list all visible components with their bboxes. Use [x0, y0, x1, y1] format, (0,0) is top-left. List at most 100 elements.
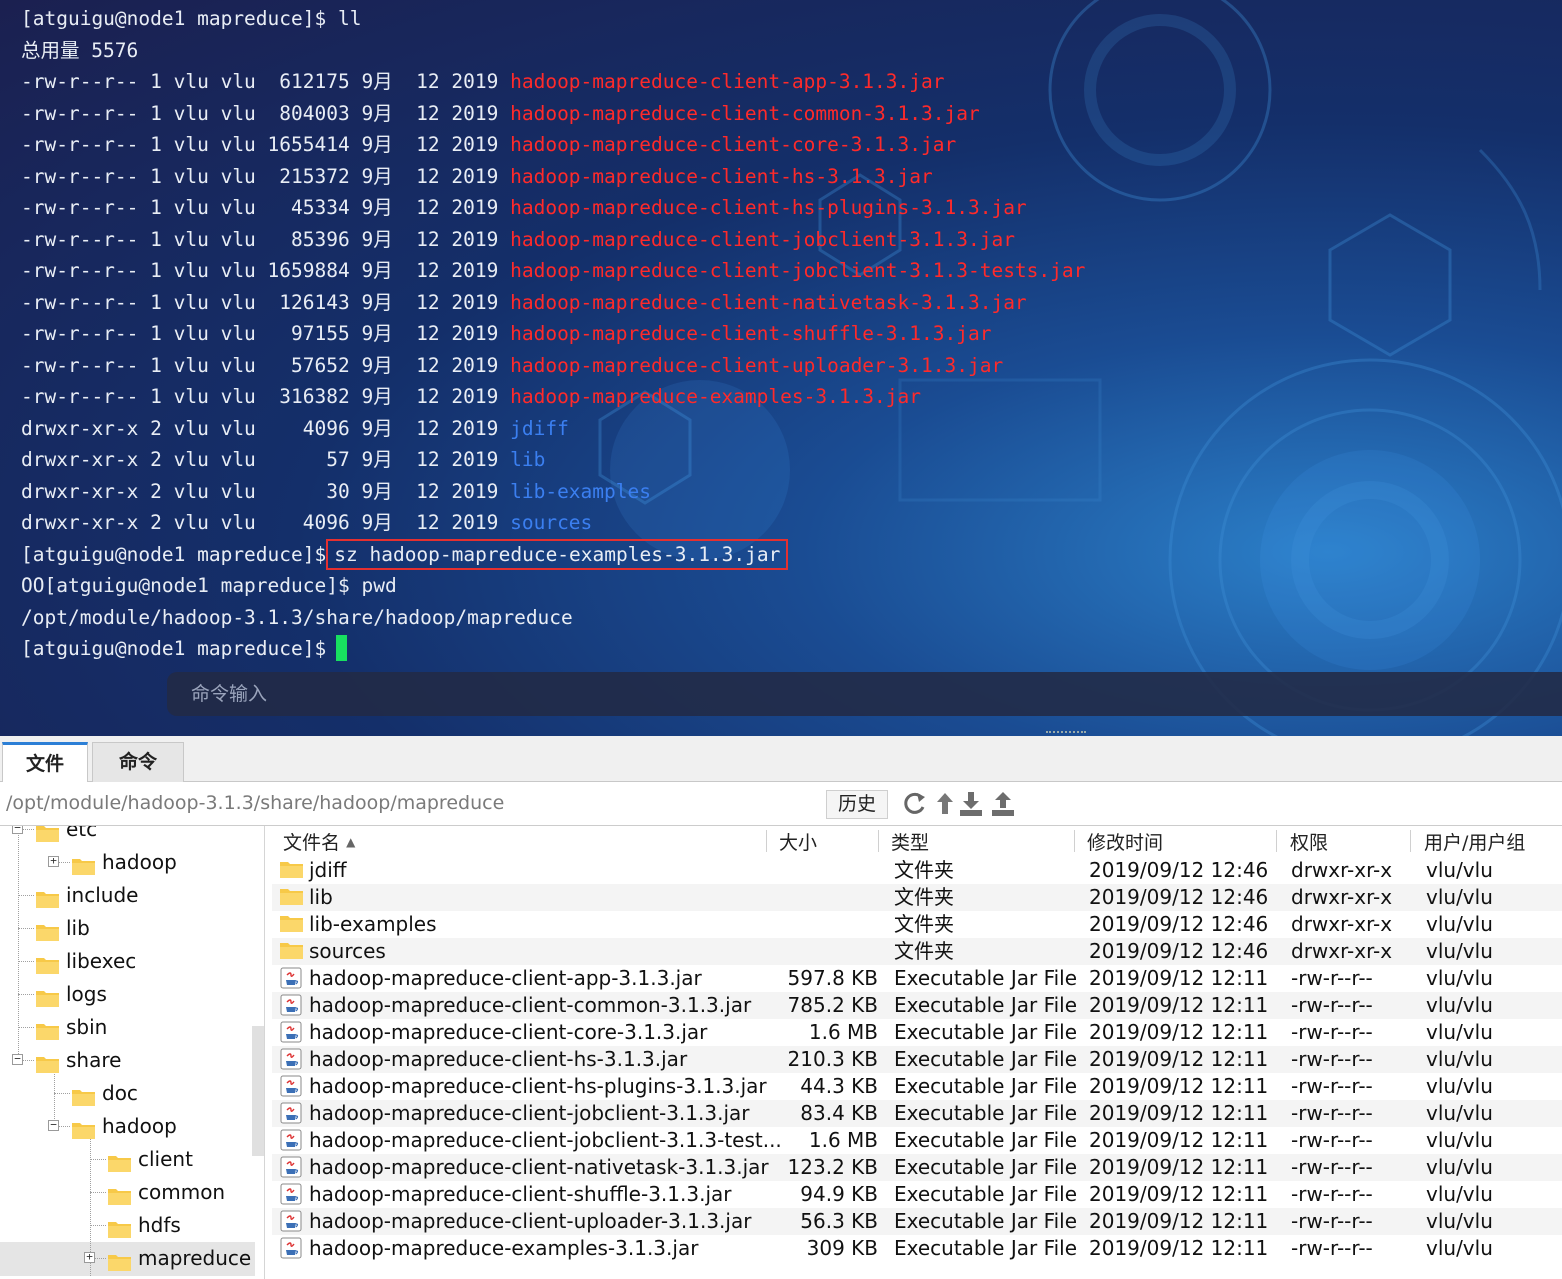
file-row[interactable]: hadoop-mapreduce-client-core-3.1.3.jar 1.…	[272, 1019, 1562, 1046]
upload-icon[interactable]	[990, 790, 1016, 818]
file-row[interactable]: jdiff 文件夹 2019/09/12 12:46 drwxr-xr-x vlu/vl…	[272, 857, 1562, 884]
terminal-line: -rw-r--r-- 1 vlu vlu 126143 9月 12 2019 h…	[21, 287, 1085, 319]
terminal-line: -rw-r--r-- 1 vlu vlu 215372 9月 12 2019 h…	[21, 161, 1085, 193]
tree-item-lib[interactable]: lib	[0, 913, 255, 946]
file-modified: 2019/09/12 12:46	[1089, 858, 1269, 882]
tree-item-client[interactable]: client	[0, 1144, 255, 1177]
collapse-icon[interactable]: −	[12, 826, 23, 834]
file-name: hadoop-mapreduce-client-uploader-3.1.3.j…	[309, 1209, 752, 1233]
expand-icon[interactable]: +	[84, 1251, 95, 1263]
tab-command[interactable]: 命令	[92, 742, 184, 782]
file-permissions: -rw-r--r--	[1291, 1209, 1373, 1233]
file-type: Executable Jar File	[894, 1182, 1078, 1206]
tree-scrollbar[interactable]	[252, 1026, 264, 1156]
folder-icon	[280, 886, 303, 908]
terminal-text: -rw-r--r-- 1 vlu vlu 97155 9月 12 2019	[21, 322, 511, 345]
tree-item-share[interactable]: − share	[0, 1045, 255, 1078]
terminal-cursor	[336, 635, 348, 661]
download-icon[interactable]	[958, 790, 984, 818]
tree-item-label: sbin	[66, 1015, 108, 1039]
file-permissions: -rw-r--r--	[1291, 1047, 1373, 1071]
file-size: 56.3 KB	[800, 1209, 878, 1233]
path-input[interactable]: /opt/module/hadoop-3.1.3/share/hadoop/ma…	[6, 792, 504, 814]
tree-guide-line	[18, 895, 34, 896]
expand-icon[interactable]: +	[48, 855, 59, 867]
directory-tree[interactable]: − etc + hadoop include lib libexec logs sbin − sha…	[0, 826, 265, 1279]
command-input[interactable]: 命令输入	[167, 672, 1562, 716]
column-name-header[interactable]: 文件名 ▲	[283, 828, 355, 855]
tree-guide-line	[90, 1159, 106, 1160]
file-size: 1.6 MB	[808, 1128, 878, 1152]
tree-item-hadoop[interactable]: + hadoop	[0, 847, 255, 880]
terminal-line: -rw-r--r-- 1 vlu vlu 57652 9月 12 2019 ha…	[21, 350, 1085, 382]
tree-item-mapreduce[interactable]: + mapreduce	[0, 1243, 255, 1276]
terminal-text: /opt/module/hadoop-3.1.3/share/hadoop/ma…	[21, 605, 573, 629]
file-row[interactable]: hadoop-mapreduce-examples-3.1.3.jar 309 K…	[272, 1235, 1562, 1262]
tree-item-doc[interactable]: doc	[0, 1078, 255, 1111]
column-type-header[interactable]: 类型	[891, 828, 929, 855]
file-list[interactable]: 文件名 ▲ 大小 类型 修改时间 权限 用户/用户组 jdiff 文件夹 2019/…	[272, 826, 1562, 1279]
file-type: 文件夹	[894, 912, 954, 936]
terminal-line: -rw-r--r-- 1 vlu vlu 85396 9月 12 2019 ha…	[21, 224, 1085, 256]
file-name: lib-examples	[309, 912, 437, 936]
file-row[interactable]: hadoop-mapreduce-client-jobclient-3.1.3-…	[272, 1127, 1562, 1154]
folder-icon	[72, 1117, 95, 1139]
file-name: hadoop-mapreduce-client-hs-plugins-3.1.3…	[309, 1074, 767, 1098]
file-row[interactable]: sources 文件夹 2019/09/12 12:46 drwxr-xr-x vlu/…	[272, 938, 1562, 965]
tab-file[interactable]: 文件	[2, 742, 88, 783]
file-permissions: -rw-r--r--	[1291, 1128, 1373, 1152]
up-dir-icon[interactable]	[932, 790, 958, 818]
column-size-header[interactable]: 大小	[779, 828, 817, 855]
tree-item-hadoop[interactable]: − hadoop	[0, 1111, 255, 1144]
file-row[interactable]: lib 文件夹 2019/09/12 12:46 drwxr-xr-x vlu/vlu	[272, 884, 1562, 911]
folder-icon	[36, 826, 59, 842]
collapse-icon[interactable]: −	[12, 1053, 23, 1065]
file-modified: 2019/09/12 12:11	[1089, 1236, 1269, 1260]
column-owner-header[interactable]: 用户/用户组	[1424, 828, 1525, 855]
folder-icon	[36, 985, 59, 1007]
file-row[interactable]: hadoop-mapreduce-client-shuffle-3.1.3.ja…	[272, 1181, 1562, 1208]
tree-item-label: mapreduce	[138, 1246, 252, 1270]
terminal-pane[interactable]: [atguigu@node1 mapreduce]$ ll 总用量 5576 -rw…	[0, 0, 1562, 736]
file-row[interactable]: hadoop-mapreduce-client-app-3.1.3.jar 597…	[272, 965, 1562, 992]
tree-item-label: include	[66, 883, 139, 907]
refresh-icon[interactable]	[902, 790, 928, 818]
file-name: hadoop-mapreduce-client-jobclient-3.1.3.…	[309, 1101, 750, 1125]
file-type: 文件夹	[894, 885, 954, 909]
directory-name: lib	[510, 448, 546, 471]
tree-item-include[interactable]: include	[0, 880, 255, 913]
file-row[interactable]: lib-examples 文件夹 2019/09/12 12:46 drwxr-xr-…	[272, 911, 1562, 938]
collapse-icon[interactable]: −	[48, 1119, 59, 1131]
terminal-text: drwxr-xr-x 2 vlu vlu 4096 9月 12 2019	[21, 416, 511, 440]
tree-item-sbin[interactable]: sbin	[0, 1012, 255, 1045]
tree-item-hdfs[interactable]: hdfs	[0, 1210, 255, 1243]
terminal-line: OO[atguigu@node1 mapreduce]$ pwd	[21, 570, 1085, 602]
terminal-line: /opt/module/hadoop-3.1.3/share/hadoop/ma…	[21, 602, 1085, 634]
tree-item-logs[interactable]: logs	[0, 979, 255, 1012]
folder-icon	[72, 1084, 95, 1106]
tree-item-libexec[interactable]: libexec	[0, 946, 255, 979]
folder-icon	[280, 913, 303, 935]
terminal-line: -rw-r--r-- 1 vlu vlu 1655414 9月 12 2019 …	[21, 129, 1085, 161]
file-list-header: 文件名 ▲ 大小 类型 修改时间 权限 用户/用户组	[272, 826, 1562, 856]
terminal-line: drwxr-xr-x 2 vlu vlu 4096 9月 12 2019 sou…	[21, 507, 1085, 539]
file-row[interactable]: hadoop-mapreduce-client-nativetask-3.1.3…	[272, 1154, 1562, 1181]
terminal-text: -rw-r--r-- 1 vlu vlu 316382 9月 12 2019	[21, 385, 511, 408]
file-type: 文件夹	[894, 858, 954, 882]
terminal-text: -rw-r--r-- 1 vlu vlu 57652 9月 12 2019	[21, 353, 511, 377]
column-modified-header[interactable]: 修改时间	[1087, 828, 1163, 855]
file-owner: vlu/vlu	[1426, 1047, 1493, 1071]
file-row[interactable]: hadoop-mapreduce-client-jobclient-3.1.3.…	[272, 1100, 1562, 1127]
file-row[interactable]: hadoop-mapreduce-client-hs-3.1.3.jar 210.…	[272, 1046, 1562, 1073]
file-row[interactable]: hadoop-mapreduce-client-uploader-3.1.3.j…	[272, 1208, 1562, 1235]
history-button[interactable]: 历史	[826, 790, 888, 819]
tree-item-etc[interactable]: − etc	[0, 826, 255, 847]
jar-file-icon	[280, 1183, 302, 1205]
terminal-line: drwxr-xr-x 2 vlu vlu 30 9月 12 2019 lib-e…	[21, 476, 1085, 508]
folder-icon	[108, 1216, 131, 1238]
tree-item-common[interactable]: common	[0, 1177, 255, 1210]
directory-name: sources	[510, 511, 593, 534]
column-permissions-header[interactable]: 权限	[1290, 828, 1328, 855]
file-row[interactable]: hadoop-mapreduce-client-hs-plugins-3.1.3…	[272, 1073, 1562, 1100]
file-row[interactable]: hadoop-mapreduce-client-common-3.1.3.jar…	[272, 992, 1562, 1019]
